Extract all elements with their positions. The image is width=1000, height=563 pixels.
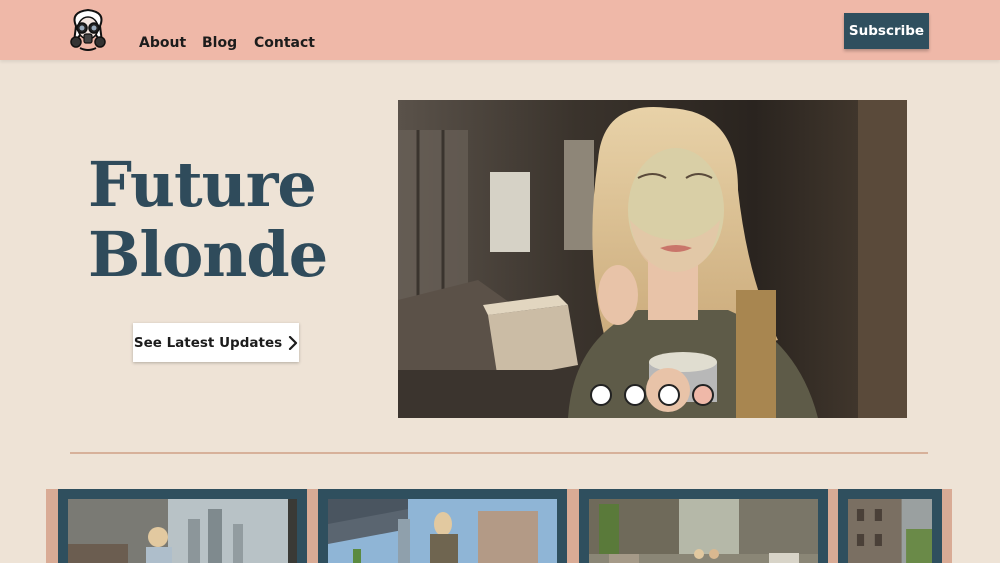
nav-about-link[interactable]: About — [139, 35, 186, 51]
site-header: About Blog Contact Subscribe — [0, 0, 1000, 60]
post-card-1[interactable] — [58, 489, 307, 563]
hero-title: Future Blonde — [88, 150, 378, 290]
post-card-1-image — [68, 499, 297, 563]
slider-dot-3[interactable] — [658, 384, 680, 406]
post-card-4-image — [848, 499, 932, 563]
slider-dot-2[interactable] — [624, 384, 646, 406]
gas-mask-logo-icon[interactable] — [66, 6, 110, 54]
hero-title-line-2: Blonde — [88, 218, 328, 291]
see-latest-updates-button[interactable]: See Latest Updates — [133, 323, 299, 362]
subscribe-button[interactable]: Subscribe — [844, 13, 929, 49]
post-card-2-image — [328, 499, 557, 563]
post-card-3-image — [589, 499, 818, 563]
post-card-3[interactable] — [579, 489, 828, 563]
post-card-2[interactable] — [318, 489, 567, 563]
hero-title-line-1: Future — [88, 148, 317, 221]
cta-label: See Latest Updates — [133, 334, 283, 351]
slider-dot-1[interactable] — [590, 384, 612, 406]
nav-contact-link[interactable]: Contact — [254, 35, 315, 51]
slider-dots — [590, 384, 714, 406]
hero-slider-image[interactable] — [398, 100, 907, 418]
post-card-4[interactable] — [838, 489, 942, 563]
section-divider — [70, 452, 928, 454]
slider-dot-4[interactable] — [692, 384, 714, 406]
chevron-right-icon — [289, 335, 298, 350]
nav-blog-link[interactable]: Blog — [202, 35, 237, 51]
